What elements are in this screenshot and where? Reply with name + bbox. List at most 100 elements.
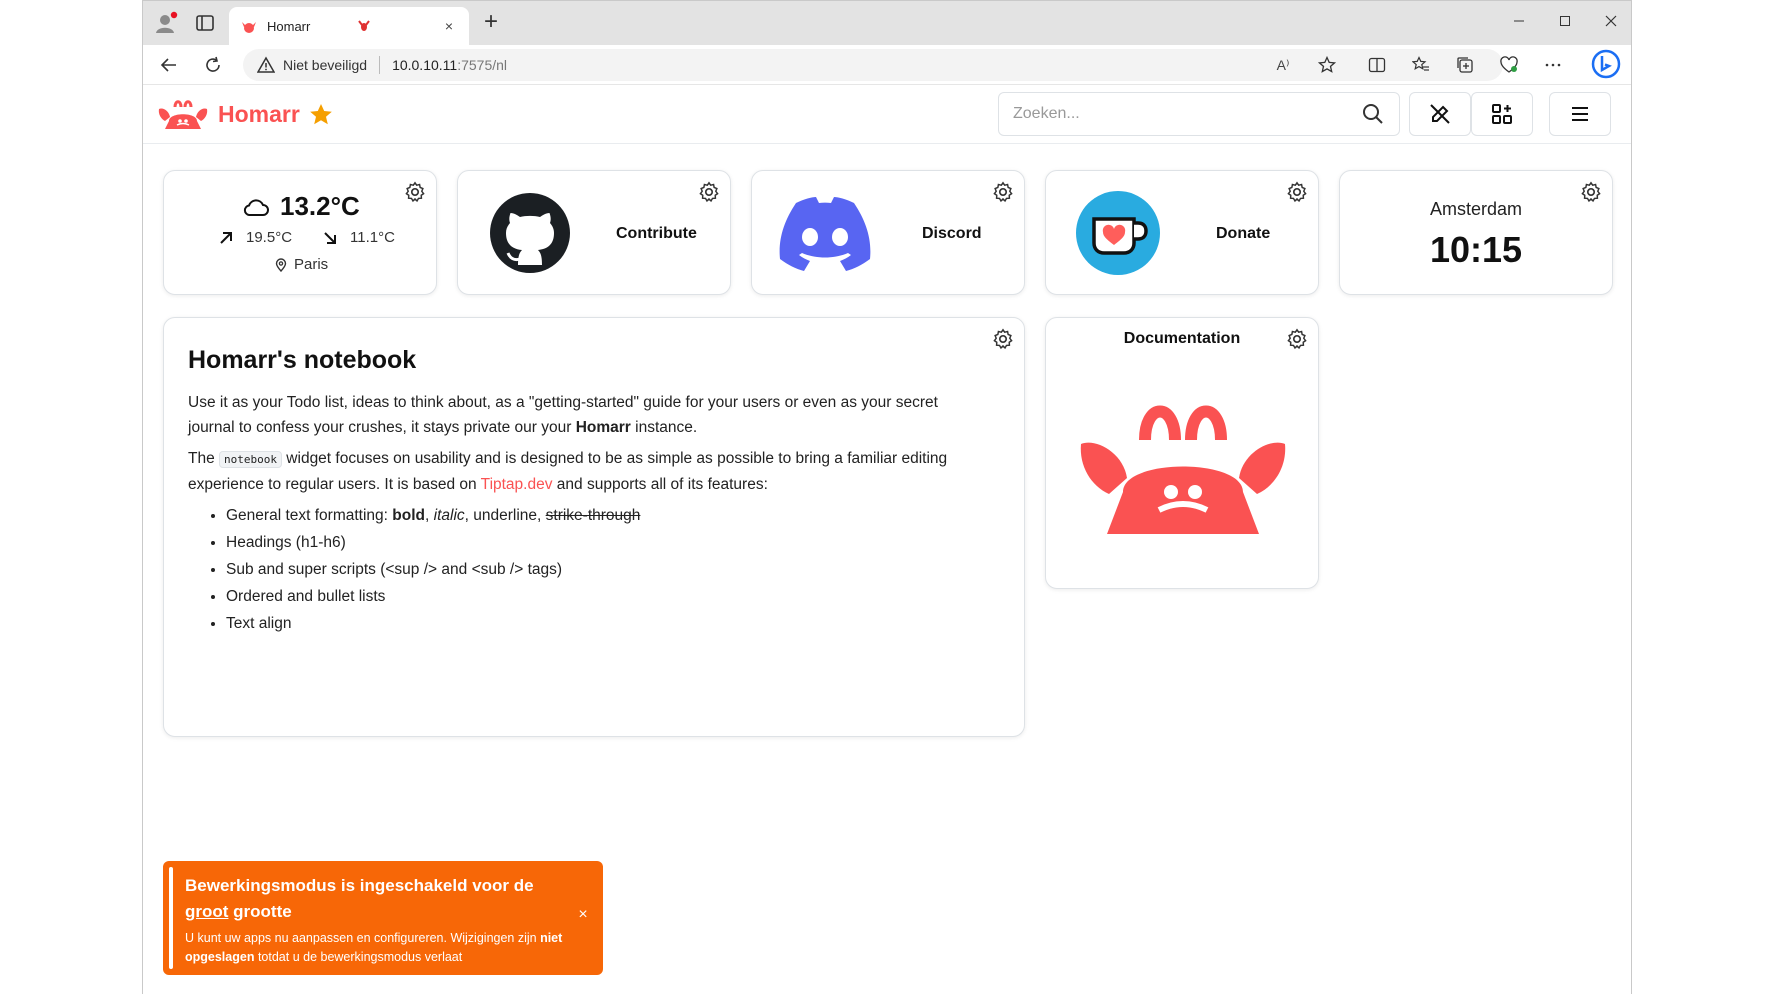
minimize-button[interactable] [1497,7,1541,35]
bing-icon [1591,49,1621,79]
browser-essentials-button[interactable] [1497,53,1521,77]
star-icon [310,104,332,125]
collections-button[interactable] [1453,53,1477,77]
text-span: , underline, [464,507,546,524]
weather-tile[interactable]: 13.2°C 19.5°C 11.1°C Paris [163,170,437,295]
gear-icon[interactable] [992,181,1014,203]
kofi-cup-icon [1076,191,1160,275]
tab-homarr[interactable]: Homarr × [229,7,469,45]
gear-icon[interactable] [698,181,720,203]
homarr-favicon-icon [242,22,256,33]
bing-copilot-button[interactable] [1591,49,1621,79]
notebook-paragraph-1: Use it as your Todo list, ideas to think… [188,390,978,440]
favorite-star-button[interactable] [1315,53,1339,77]
collections-icon [1457,57,1473,73]
toast-close-button[interactable]: × [575,907,591,923]
list-item: Headings (h1-h6) [226,530,978,555]
discord-icon [779,197,871,271]
menu-button[interactable] [1549,92,1611,136]
tab-actions-button[interactable] [193,11,217,35]
donate-tile[interactable]: Donate [1045,170,1319,295]
toast-title: Bewerkingsmodus is ingeschakeld voor de … [185,873,563,925]
browser-toolbar: Niet beveiligd 10.0.10.11 :7575/nl A⁾ [143,45,1631,85]
weather-location: Paris [274,256,328,273]
gear-icon[interactable] [1286,181,1308,203]
italic-text: italic [433,507,465,524]
back-button[interactable] [155,51,183,79]
close-icon [1605,15,1617,27]
contribute-tile[interactable]: Contribute [457,170,731,295]
text-span: The [188,450,220,467]
notebook-title[interactable]: Homarr's notebook [188,346,416,375]
text-span: General text formatting: [226,507,393,524]
close-window-button[interactable] [1589,7,1633,35]
notebook-editor[interactable]: Use it as your Todo list, ideas to think… [188,390,978,638]
underlined-text: groot [185,902,229,921]
cloud-icon [243,198,269,216]
temperature-high: 19.5°C [246,229,293,246]
profile-icon [156,11,178,33]
heart-pulse-icon [1500,56,1518,73]
maximize-button[interactable] [1543,7,1587,35]
favorites-icon [1412,56,1429,71]
profile-button[interactable] [153,9,181,37]
url-host: 10.0.10.11 [392,57,458,73]
map-pin-icon [275,257,287,272]
homarr-logo-icon [1080,405,1286,534]
list-item: General text formatting: bold, italic, u… [226,503,978,528]
tab-close-button[interactable]: × [441,18,457,34]
discord-label: Discord [922,225,982,242]
exit-edit-mode-button[interactable] [1409,92,1471,136]
warning-triangle-icon [257,56,275,73]
browser-window: Homarr × + Niet beveiligd 10.0.10.11:75… [142,0,1632,994]
hamburger-menu-icon [1572,107,1588,121]
add-tile-button[interactable] [1471,92,1533,136]
new-tab-button[interactable]: + [479,10,503,35]
text-span: Use it as your Todo list, ideas to think… [188,394,938,436]
more-horizontal-icon [1545,63,1561,67]
arrow-up-right-icon [220,231,232,244]
edit-mode-toast: Bewerkingsmodus is ingeschakeld voor de … [163,861,603,975]
text-span: and supports all of its features: [552,476,768,493]
favorites-button[interactable] [1409,53,1433,77]
list-item: Sub and super scripts (<sup /> and <sub … [226,557,978,582]
gear-icon[interactable] [404,181,426,203]
minimize-icon [1514,20,1524,22]
discord-tile[interactable]: Discord [751,170,1025,295]
tab-actions-icon [196,15,214,31]
text-span: totdat u de bewerkingsmodus verlaat [254,950,463,964]
clock-time: 10:15 [1429,229,1523,270]
reload-button[interactable] [199,51,227,79]
documentation-label: Documentation [1123,330,1241,347]
clock-tile[interactable]: Amsterdam 10:15 [1339,170,1613,295]
documentation-tile[interactable]: Documentation [1045,317,1319,589]
notebook-tile[interactable]: Homarr's notebook Use it as your Todo li… [163,317,1025,737]
read-aloud-button[interactable]: A⁾ [1271,53,1295,77]
gear-icon[interactable] [992,328,1014,350]
arrow-left-icon [160,58,176,72]
homarr-logo-icon[interactable] [157,95,209,135]
weather-temperature: 13.2°C [242,191,360,222]
more-options-button[interactable] [1541,53,1565,77]
search-box[interactable] [998,92,1400,136]
url-path: :7575/nl [457,57,508,73]
search-icon[interactable] [1361,102,1385,126]
weather-range: 19.5°C 11.1°C [218,229,395,246]
address-divider [379,56,381,74]
screen: Homarr × + Niet beveiligd 10.0.10.11:75… [0,0,1767,994]
browser-titlebar: Homarr × + [143,1,1631,45]
security-label[interactable]: Niet beveiligd [283,57,367,73]
text-span: grootte [228,902,292,921]
tiptap-link[interactable]: Tiptap.dev [481,476,553,493]
toast-message: U kunt uw apps nu aanpassen en configure… [185,929,563,967]
donate-label: Donate [1216,225,1271,242]
text-span: instance. [630,419,698,436]
split-screen-icon [1368,57,1386,73]
brand-title[interactable]: Homarr [218,101,300,128]
location-name: Paris [294,256,329,273]
search-input[interactable] [1013,105,1361,123]
address-bar[interactable]: Niet beveiligd 10.0.10.11 :7575/nl [243,49,1503,81]
tab-title: Homarr [267,18,311,34]
app-header: Homarr [143,86,1631,144]
split-screen-button[interactable] [1365,53,1389,77]
